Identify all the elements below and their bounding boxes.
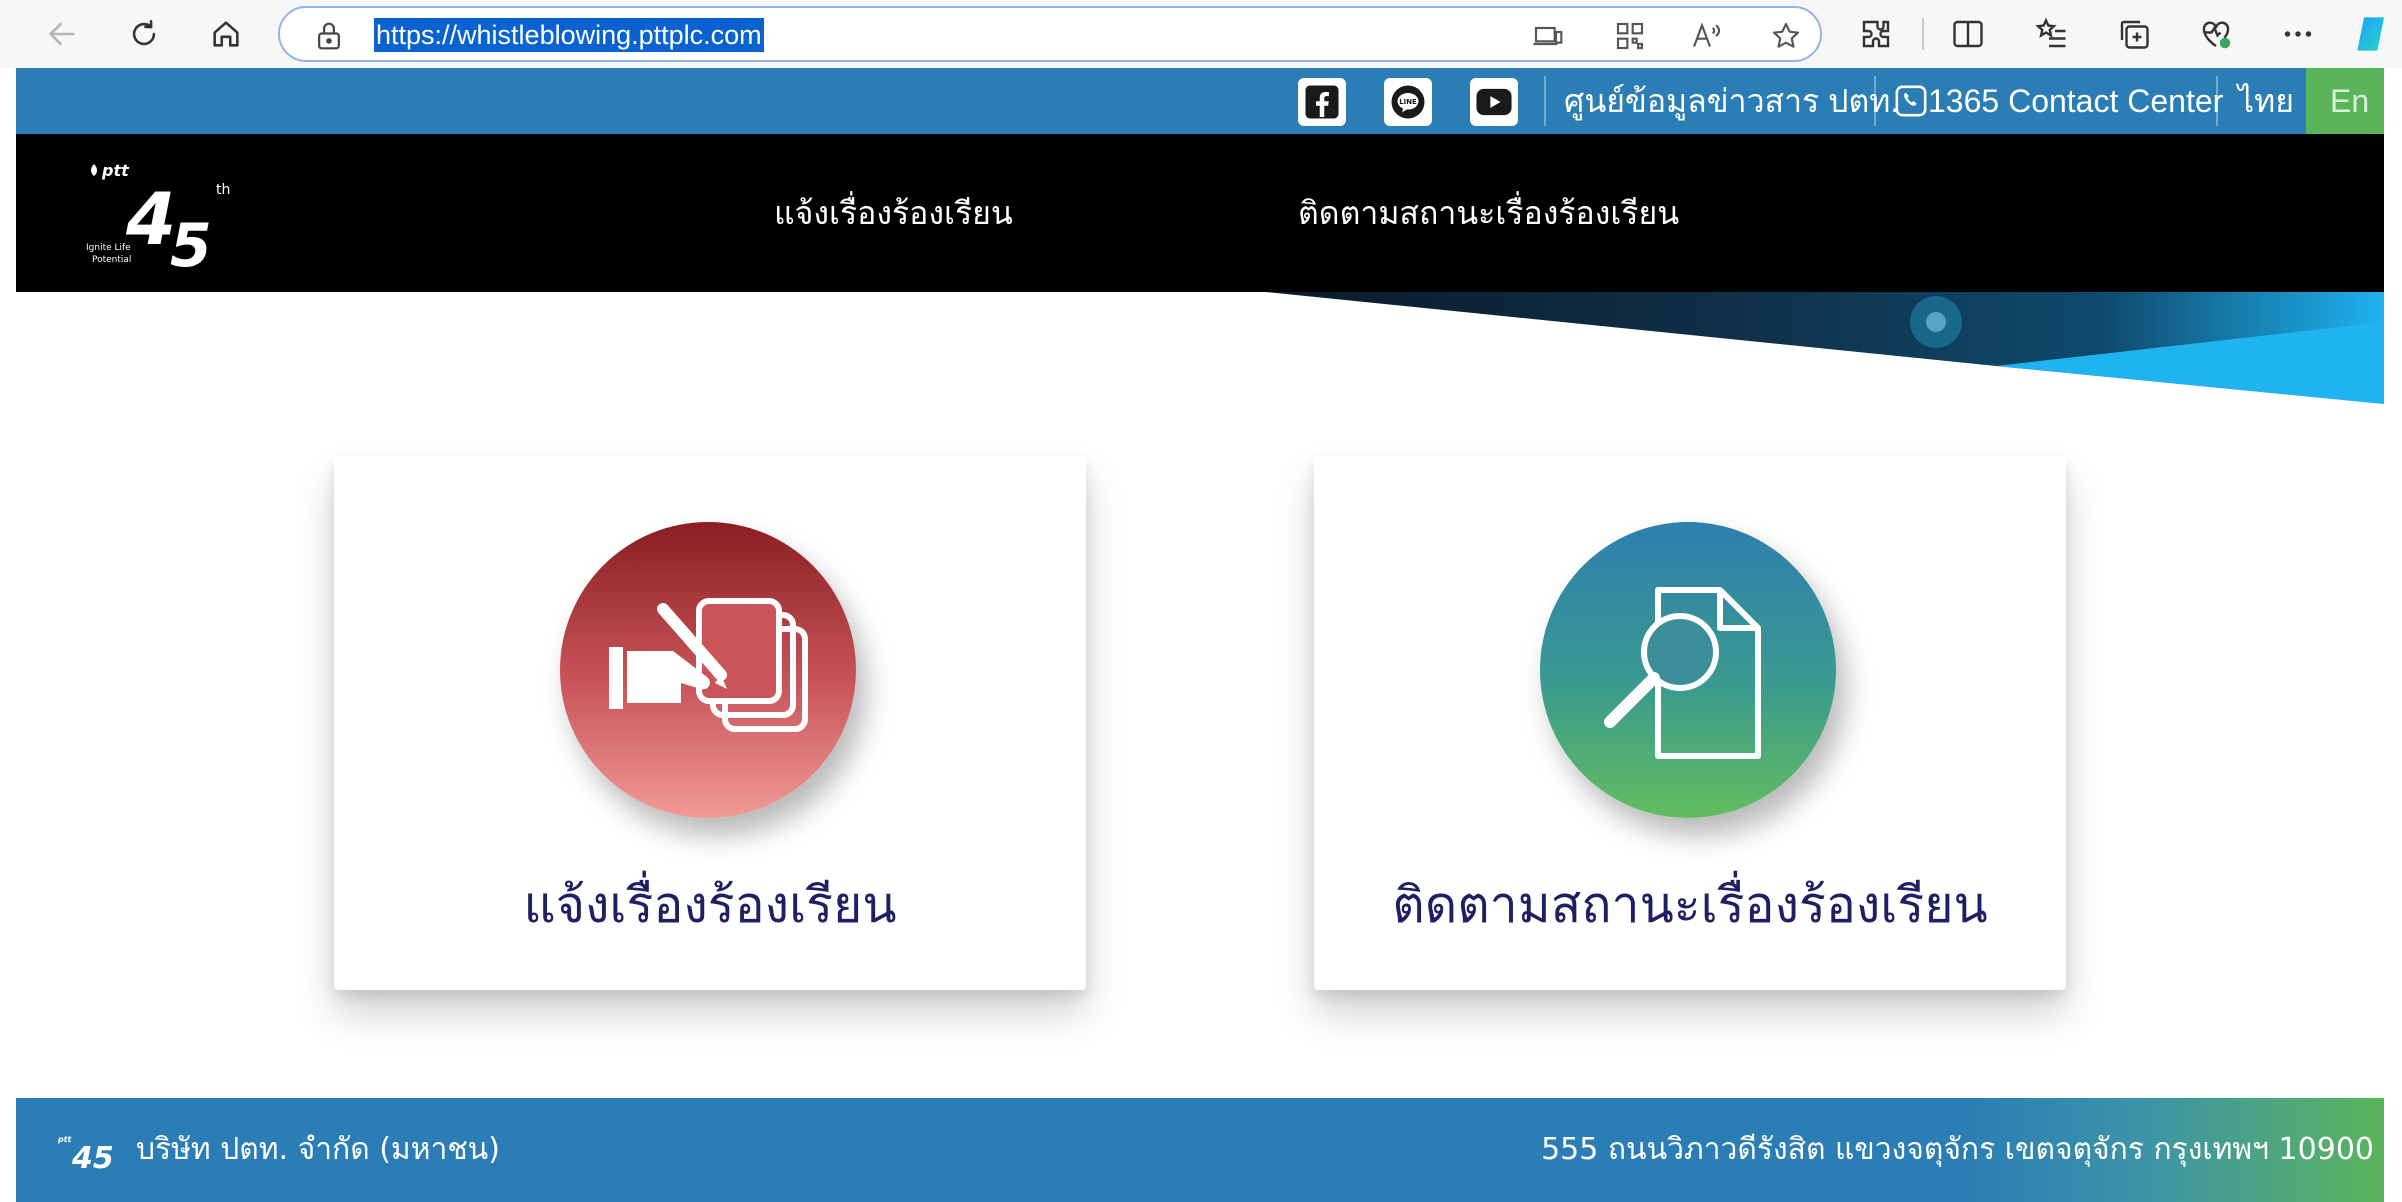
read-aloud-icon[interactable]: [1690, 20, 1722, 52]
svg-text:45: 45: [71, 1141, 114, 1176]
favorite-star-icon[interactable]: [1770, 20, 1802, 52]
svg-text:ptt: ptt: [58, 1135, 73, 1144]
copilot-icon[interactable]: [2354, 14, 2394, 54]
browser-toolbar: https://whistleblowing.pttplc.com: [0, 0, 2402, 68]
header-banner-decoration: [1266, 292, 2384, 404]
contact-center-link[interactable]: 1365 Contact Center: [1928, 68, 2223, 134]
lang-english[interactable]: En: [2330, 68, 2369, 134]
report-circle[interactable]: [560, 522, 856, 818]
svg-text:LINE: LINE: [1399, 98, 1417, 106]
svg-text:Ignite Life: Ignite Life: [86, 243, 131, 253]
ptt-footer-logo: ptt 45: [58, 1135, 114, 1176]
svg-text:Potential: Potential: [92, 255, 131, 265]
extensions-icon[interactable]: [1858, 16, 1894, 52]
phone-icon: [1895, 85, 1927, 117]
lock-icon[interactable]: [314, 20, 344, 52]
hand-writing-documents-icon: [609, 598, 808, 732]
info-center-link[interactable]: ศูนย์ข้อมูลข่าวสาร ปตท.: [1564, 68, 1899, 134]
nav-track-status[interactable]: ติดตามสถานะเรื่องร้องเรียน: [1298, 188, 1679, 238]
line-icon[interactable]: LINE: [1384, 78, 1432, 126]
report-complaint-card[interactable]: แจ้งเรื่องร้องเรียน: [334, 456, 1086, 990]
youtube-icon[interactable]: [1470, 78, 1518, 126]
footer-company-name: บริษัท ปตท. จำกัด (มหาชน): [136, 1132, 500, 1167]
back-icon[interactable]: [40, 12, 84, 56]
footer-address: 555 ถนนวิภาวดีรังสิต แขวงจตุจักร เขตจตุจ…: [1541, 1132, 2374, 1167]
favorites-list-icon[interactable]: [2034, 16, 2070, 52]
ptt-45th-logo[interactable]: ptt 4 5 th Ignite Life Potential: [86, 158, 236, 270]
topbar-separator: [2216, 76, 2218, 126]
svg-text:th: th: [216, 182, 230, 198]
main-navigation: ptt 4 5 th Ignite Life Potential แจ้งเรื…: [16, 134, 2384, 292]
site-footer: ptt 45 บริษัท ปตท. จำกัด (มหาชน) 555 ถนน…: [16, 1098, 2384, 1202]
site-topbar: LINE ศูนย์ข้อมูลข่าวสาร ปตท. 1365 Contac…: [16, 68, 2384, 134]
refresh-icon[interactable]: [122, 12, 166, 56]
collections-icon[interactable]: [2116, 16, 2152, 52]
topbar-separator: [1544, 76, 1546, 126]
qr-icon[interactable]: [1614, 20, 1646, 52]
track-status-label[interactable]: ติดตามสถานะเรื่องร้องเรียน: [1314, 866, 2066, 945]
split-screen-icon[interactable]: [1950, 16, 1986, 52]
toolbar-separator: [1922, 18, 1924, 50]
nav-report-complaint[interactable]: แจ้งเรื่องร้องเรียน: [774, 188, 1013, 238]
lang-thai[interactable]: ไทย: [2238, 68, 2294, 134]
browser-essentials-icon[interactable]: [2198, 16, 2234, 52]
report-complaint-label[interactable]: แจ้งเรื่องร้องเรียน: [334, 866, 1086, 945]
svg-text:5: 5: [170, 211, 212, 270]
svg-text:4: 4: [125, 177, 176, 261]
topbar-separator: [1874, 76, 1876, 126]
address-bar[interactable]: https://whistleblowing.pttplc.com: [278, 6, 1822, 62]
document-search-icon: [1604, 587, 1761, 759]
more-options-icon[interactable]: [2280, 16, 2316, 52]
track-status-card[interactable]: ติดตามสถานะเรื่องร้องเรียน: [1314, 456, 2066, 990]
url-text[interactable]: https://whistleblowing.pttplc.com: [374, 18, 764, 52]
home-icon[interactable]: [204, 12, 248, 56]
facebook-icon[interactable]: [1298, 78, 1346, 126]
track-circle[interactable]: [1540, 522, 1836, 818]
app-available-icon[interactable]: [1532, 20, 1564, 52]
